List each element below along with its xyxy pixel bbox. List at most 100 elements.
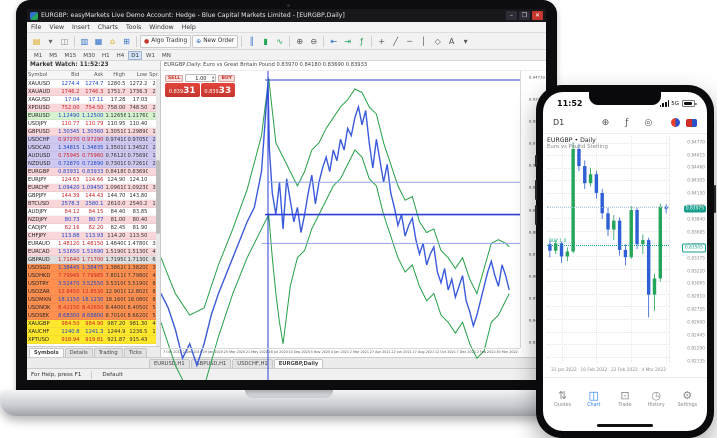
- symbol-flag-icon[interactable]: [671, 118, 680, 127]
- market-watch-row[interactable]: USDCAD1.348151.348351.350101.3452020: [27, 144, 160, 152]
- market-watch-tab-symbols[interactable]: Symbols: [29, 348, 64, 357]
- column-header-ask[interactable]: Ask: [80, 71, 104, 79]
- market-watch-tab-trading[interactable]: Trading: [93, 348, 123, 357]
- new-chart-icon[interactable]: ▤: [30, 35, 43, 48]
- market-watch-row[interactable]: USDSEK8.683008.688008.701008.6620050: [27, 312, 160, 320]
- shapes-icon[interactable]: ◇: [431, 35, 444, 48]
- market-watch-row[interactable]: GBPUSD1.303451.303601.305101.2989015: [27, 128, 160, 136]
- market-watch-row[interactable]: XPDUSD752.00754.50758.00748.5022: [27, 104, 160, 112]
- nav-trade[interactable]: ⊡ Trade: [610, 389, 640, 408]
- close-button[interactable]: ✕: [532, 11, 543, 20]
- trendline-icon[interactable]: ╱: [389, 35, 402, 48]
- market-watch-row[interactable]: USDHKD7.799457.799857.801107.7980040: [27, 272, 160, 280]
- horizontal-line-icon[interactable]: ─: [403, 35, 416, 48]
- market-watch-row[interactable]: GBPAUD1.716401.717001.719501.7130060: [27, 256, 160, 264]
- market-watch-row[interactable]: XAUAUD1746.21746.31751.71736.325: [27, 88, 160, 96]
- column-header-spr[interactable]: Spr.: [148, 71, 160, 79]
- market-watch-row[interactable]: XAUUSD1274.41274.71280.51272.229: [27, 80, 160, 88]
- lot-size-input[interactable]: 1.00 ▲ ▼: [185, 74, 217, 83]
- chart-canvas[interactable]: SELL 1.00 ▲ ▼ BUY 0.839 31 0.839 33 0.94…: [161, 70, 546, 357]
- line-chart-icon[interactable]: ∿: [273, 35, 286, 48]
- lot-stepper-icon[interactable]: ▲ ▼: [212, 75, 215, 83]
- timeframe-m30[interactable]: M30: [80, 51, 98, 60]
- candlestick-plot[interactable]: BUY 1.0: [547, 136, 670, 363]
- market-watch-row[interactable]: EURJPY124.63124.66124.90124.103: [27, 176, 160, 184]
- menu-item-file[interactable]: File: [31, 24, 41, 31]
- market-watch-row[interactable]: NZDUSD0.728700.728900.730100.7261020: [27, 160, 160, 168]
- minimize-button[interactable]: –: [506, 11, 517, 20]
- zoom-out-icon[interactable]: ⊖: [307, 35, 320, 48]
- market-watch-row[interactable]: CADJPY82.1682.2082.4581.904: [27, 224, 160, 232]
- timeframe-m15[interactable]: M15: [62, 51, 80, 60]
- crosshair-icon[interactable]: +: [375, 35, 388, 48]
- date-axis[interactable]: 7 Oct 2019 2 Dec 2019 29 Jan 2020 25 Mar 20…: [161, 348, 520, 357]
- menu-item-window[interactable]: Window: [149, 24, 173, 31]
- menu-item-tools[interactable]: Tools: [126, 24, 141, 31]
- menu-item-insert[interactable]: Insert: [72, 24, 90, 31]
- objects-icon[interactable]: ◎: [644, 118, 652, 128]
- window-titlebar[interactable]: EURGBP: easyMarkets Live Demo Account: H…: [27, 9, 546, 22]
- nav-chart[interactable]: ◫ Chart: [579, 389, 609, 408]
- profiles-icon[interactable]: ◫: [58, 35, 71, 48]
- maximize-button[interactable]: ❐: [519, 11, 530, 20]
- market-watch-icon[interactable]: ▥: [78, 35, 91, 48]
- timeframe-m5[interactable]: M5: [46, 51, 60, 60]
- scrollbar[interactable]: [156, 80, 160, 346]
- market-watch-row[interactable]: USDZAR12.845012.853012.901012.802080: [27, 288, 160, 296]
- market-watch-row[interactable]: USDNOK8.421508.426508.440008.4050050: [27, 304, 160, 312]
- broker-flag-icon[interactable]: [686, 118, 697, 127]
- market-watch-row[interactable]: USDTRY3.524703.525503.531003.5190080: [27, 280, 160, 288]
- new-order-button[interactable]: ⊕ New Order: [192, 34, 239, 48]
- timeframe-w1[interactable]: W1: [143, 51, 158, 60]
- phone-candles-svg[interactable]: [547, 136, 669, 363]
- market-watch-row[interactable]: AUDJPY84.1284.1584.4083.853: [27, 208, 160, 216]
- bar-chart-icon[interactable]: ║: [245, 35, 258, 48]
- phone-chart-area[interactable]: EURGBP • Daily Euro vs Pound Sterling BU…: [543, 134, 707, 377]
- zoom-in-icon[interactable]: ⊕: [293, 35, 306, 48]
- candlestick-chart-icon[interactable]: ▮: [259, 35, 272, 48]
- toolbox-icon[interactable]: ⊞: [120, 35, 133, 48]
- column-header-bid[interactable]: Bid: [57, 71, 81, 79]
- market-watch-tab-details[interactable]: Details: [64, 348, 93, 357]
- navigator-icon[interactable]: ⌂: [106, 35, 119, 48]
- market-watch-row[interactable]: AUDUSD0.759450.759600.761200.7569015: [27, 152, 160, 160]
- text-label-icon[interactable]: A: [445, 35, 458, 48]
- vertical-line-icon[interactable]: │: [417, 35, 430, 48]
- timeframe-h4[interactable]: H4: [114, 51, 128, 60]
- column-header-symbol[interactable]: Symbol: [27, 71, 57, 79]
- timeframe-d1[interactable]: D1: [128, 50, 143, 60]
- price-chart[interactable]: [161, 71, 520, 380]
- market-watch-row[interactable]: EURCHF1.094201.094501.096101.0923030: [27, 184, 160, 192]
- market-watch-row[interactable]: BTCUSD2578.32580.12610.02540.218: [27, 200, 160, 208]
- timeframe-h1[interactable]: H1: [99, 51, 113, 60]
- function-icon[interactable]: ƒ: [625, 118, 628, 128]
- crosshair-icon[interactable]: ⊕: [602, 118, 610, 128]
- market-watch-row[interactable]: XPTUSD918.94919.81921.87915.436: [27, 336, 160, 344]
- timeframe-button[interactable]: D1: [553, 118, 583, 127]
- market-watch-row[interactable]: EURCAD1.516501.516901.519001.5130040: [27, 248, 160, 256]
- home-indicator[interactable]: [543, 419, 707, 431]
- menu-item-help[interactable]: Help: [182, 24, 196, 31]
- market-watch-row[interactable]: XAUCHF1240.81241.31244.91236.514: [27, 328, 160, 336]
- algo-trading-button[interactable]: ● Algo Trading: [140, 34, 192, 48]
- market-watch-row[interactable]: NZDJPY80.7380.7781.0080.404: [27, 216, 160, 224]
- chart-list-dropdown-icon[interactable]: ▾: [44, 35, 57, 48]
- column-header-low[interactable]: Low: [126, 71, 148, 79]
- buy-price-button[interactable]: 0.839 33: [200, 83, 235, 97]
- objects-dropdown-icon[interactable]: ▾: [459, 35, 472, 48]
- market-watch-row[interactable]: USDMXN18.115018.123018.160018.080080: [27, 296, 160, 304]
- timeframe-mn[interactable]: MN: [159, 51, 174, 60]
- market-watch-row[interactable]: EURGBP0.839310.839330.841800.836902: [27, 168, 160, 176]
- market-watch-row[interactable]: XAGUSD17.0417.1117.2817.037: [27, 96, 160, 104]
- timeframe-m1[interactable]: M1: [31, 51, 45, 60]
- market-watch-row[interactable]: EURAUD1.481201.481501.484001.4780030: [27, 240, 160, 248]
- column-header-high[interactable]: High: [104, 71, 126, 79]
- menu-item-charts[interactable]: Charts: [98, 24, 118, 31]
- market-watch-row[interactable]: USDJPY110.77110.79110.95110.402: [27, 120, 160, 128]
- indicators-icon[interactable]: ƒ: [355, 35, 368, 48]
- menu-item-view[interactable]: View: [49, 24, 64, 31]
- chart-shift-icon[interactable]: ⇥: [341, 35, 354, 48]
- data-window-icon[interactable]: ▦: [92, 35, 105, 48]
- market-watch-row[interactable]: GBPJPY144.39144.43144.70143.804: [27, 192, 160, 200]
- market-watch-row[interactable]: USDCHF0.972700.972900.974100.9705020: [27, 136, 160, 144]
